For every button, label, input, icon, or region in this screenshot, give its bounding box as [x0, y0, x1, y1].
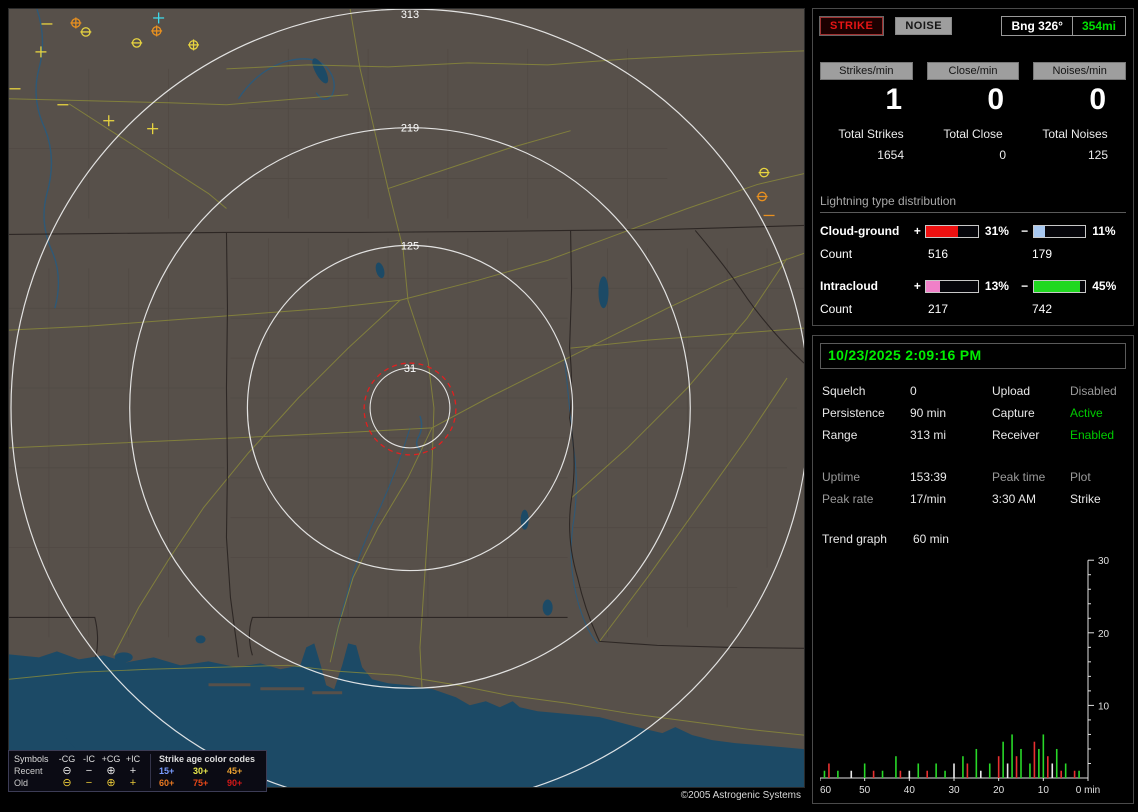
minus-sign: − — [1019, 279, 1031, 293]
plus-sign: + — [911, 224, 923, 238]
persistence-value: 90 min — [910, 406, 992, 420]
receiver-label: Receiver — [992, 428, 1070, 442]
close-per-min-value: 0 — [922, 83, 1024, 117]
trend-graph-window: 60 min — [913, 532, 949, 546]
strikes-per-min-value: 1 — [820, 83, 922, 117]
total-strikes-value: 1654 — [820, 148, 922, 162]
peak-rate-value: 17/min — [910, 492, 992, 506]
plot-label: Plot — [1070, 470, 1124, 484]
map-legend: Symbols-CG-IC+CG+ICRecent⊖−⊕+Old⊖−⊕+ Str… — [8, 750, 267, 792]
trend-graph: 10 20 30 60 50 40 30 20 10 0 min — [820, 550, 1128, 800]
trend-graph-label: Trend graph — [822, 532, 887, 546]
minus-sign: − — [1019, 224, 1031, 238]
plus-sign: + — [911, 279, 923, 293]
total-close-value: 0 — [922, 148, 1024, 162]
strikes-per-min-label[interactable]: Strikes/min — [820, 62, 913, 80]
svg-text:50: 50 — [859, 785, 871, 796]
uptime-value: 153:39 — [910, 470, 992, 484]
ring-label-125: 125 — [401, 240, 419, 252]
close-per-min-label[interactable]: Close/min — [927, 62, 1020, 80]
uptime-label: Uptime — [822, 470, 910, 484]
svg-text:10: 10 — [1098, 701, 1110, 712]
upload-label: Upload — [992, 384, 1070, 398]
svg-text:30: 30 — [1098, 556, 1110, 567]
ic-positive-count: 217 — [926, 302, 1032, 316]
cg-negative-bar — [1033, 225, 1087, 238]
squelch-label: Squelch — [822, 384, 910, 398]
ic-negative-pct: 45% — [1088, 279, 1126, 293]
intracloud-row: Intracloud + 13% − 45% — [820, 279, 1126, 293]
total-close: Total Close 0 — [922, 127, 1024, 162]
lightning-detector-app: 313 219 125 31 Symbols-CG-IC+CG+ICRecent… — [0, 0, 1138, 812]
uptime-grid: Uptime 153:39 Peak time Plot Peak rate 1… — [820, 470, 1126, 506]
ring-label-313: 313 — [401, 9, 419, 21]
total-noises-value: 125 — [1024, 148, 1126, 162]
settings-grid: Squelch 0 Upload Disabled Persistence 90… — [820, 384, 1126, 442]
bearing-value: Bng 326° — [1002, 17, 1071, 35]
svg-text:30: 30 — [948, 785, 960, 796]
intracloud-count-row: Count 217 742 — [820, 302, 1126, 316]
svg-text:0 min: 0 min — [1076, 785, 1100, 796]
strike-map[interactable]: 313 219 125 31 — [8, 8, 805, 788]
distribution-title: Lightning type distribution — [820, 194, 1126, 213]
svg-text:20: 20 — [993, 785, 1005, 796]
upload-status: Disabled — [1070, 384, 1124, 398]
capture-status: Active — [1070, 406, 1124, 420]
strike-button[interactable]: STRIKE — [820, 17, 883, 35]
range-value: 313 mi — [910, 428, 992, 442]
intracloud-label: Intracloud — [820, 279, 911, 293]
legend-symbols-table: Symbols-CG-IC+CG+ICRecent⊖−⊕+Old⊖−⊕+ — [14, 754, 151, 788]
datetime-box: 10/23/2025 2:09:16 PM — [820, 343, 1126, 369]
cloud-ground-row: Cloud-ground + 31% − 11% — [820, 224, 1126, 238]
count-label: Count — [820, 302, 926, 316]
peak-time-value: 3:30 AM — [992, 492, 1070, 506]
cloud-ground-label: Cloud-ground — [820, 224, 911, 238]
cg-positive-count: 516 — [926, 247, 1032, 261]
ic-negative-count: 742 — [1032, 302, 1052, 316]
noises-per-min-value: 0 — [1024, 83, 1126, 117]
svg-text:60: 60 — [820, 785, 832, 796]
svg-text:20: 20 — [1098, 629, 1110, 640]
distance-value: 354mi — [1072, 17, 1125, 35]
range-label: Range — [822, 428, 910, 442]
datetime-value: 10/23/2025 2:09:16 PM — [828, 347, 981, 363]
status-panel: 10/23/2025 2:09:16 PM Squelch 0 Upload D… — [812, 335, 1134, 804]
map-column: 313 219 125 31 Symbols-CG-IC+CG+ICRecent… — [8, 8, 805, 806]
ic-positive-bar — [925, 280, 979, 293]
receiver-status: Enabled — [1070, 428, 1124, 442]
cg-positive-bar — [925, 225, 979, 238]
squelch-value: 0 — [910, 384, 992, 398]
count-label: Count — [820, 247, 926, 261]
persistence-label: Persistence — [822, 406, 910, 420]
noises-per-min-label[interactable]: Noises/min — [1033, 62, 1126, 80]
cg-negative-count: 179 — [1032, 247, 1052, 261]
ring-label-31: 31 — [404, 363, 416, 375]
peak-time-label: Peak time — [992, 470, 1070, 484]
cg-positive-pct: 31% — [981, 224, 1019, 238]
cloud-ground-count-row: Count 516 179 — [820, 247, 1126, 261]
total-strikes: Total Strikes 1654 — [820, 127, 922, 162]
trend-header: Trend graph 60 min — [822, 532, 1124, 546]
stats-panel: STRIKE NOISE Bng 326° 354mi Strikes/min … — [812, 8, 1134, 326]
peak-rate-label: Peak rate — [822, 492, 910, 506]
ring-label-219: 219 — [401, 123, 419, 135]
sidebar: STRIKE NOISE Bng 326° 354mi Strikes/min … — [812, 8, 1134, 804]
cg-negative-pct: 11% — [1088, 224, 1126, 238]
svg-text:40: 40 — [904, 785, 916, 796]
total-noises: Total Noises 125 — [1024, 127, 1126, 162]
bearing-box: Bng 326° 354mi — [1001, 16, 1126, 36]
ic-negative-bar — [1033, 280, 1087, 293]
svg-text:10: 10 — [1038, 785, 1050, 796]
ic-positive-pct: 13% — [981, 279, 1019, 293]
plot-value: Strike — [1070, 492, 1124, 506]
legend-age-colors-table: Strike age color codes15+30+45+60+75+90+ — [151, 754, 261, 788]
noise-button[interactable]: NOISE — [895, 17, 952, 35]
capture-label: Capture — [992, 406, 1070, 420]
